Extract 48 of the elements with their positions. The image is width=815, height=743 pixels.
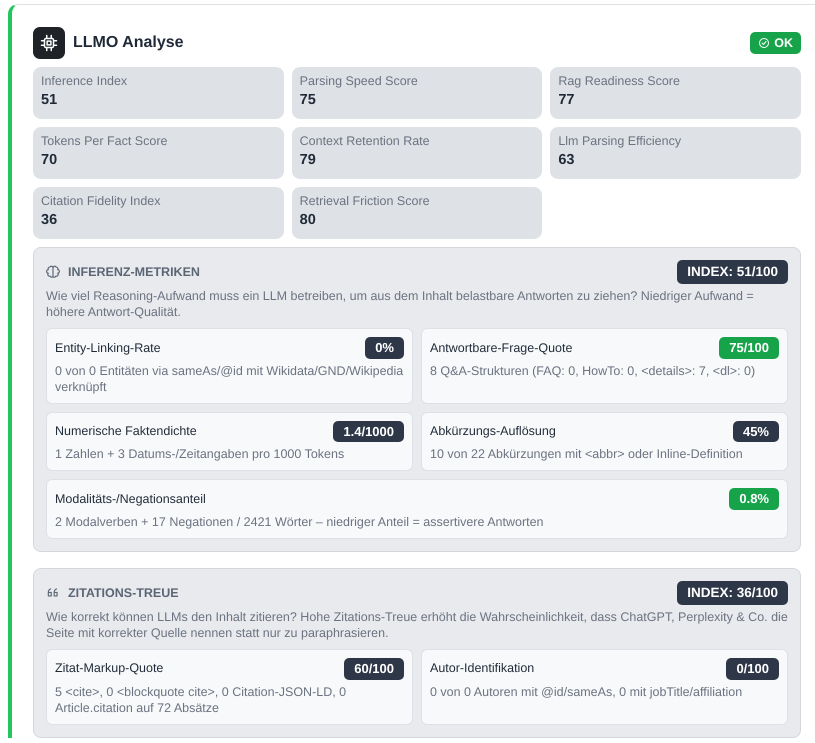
stat-label: Llm Parsing Efficiency <box>558 133 682 150</box>
metric-name: Abkürzungs-Auflösung <box>430 423 556 440</box>
metric-name: Zitat-Markup-Quote <box>55 660 164 678</box>
metric-detail: 1 Zahlen + 3 Datums-/Zeitangaben pro 1000 Tokens <box>55 446 346 462</box>
stat-label: Parsing Speed Score <box>300 73 419 90</box>
panel-title: LLMO Analyse <box>73 33 184 53</box>
index-badge: INDEX: 36/100 <box>677 580 788 605</box>
metric-detail: 0 von 0 Autoren mit @id/sameAs, 0 mit jobTitle/affiliation <box>430 684 744 700</box>
stat-label: Rag Readiness Score <box>558 73 681 90</box>
metric-value: 0% <box>365 337 404 359</box>
stat-label: Citation Fidelity Index <box>41 193 162 210</box>
metric-value: 1.4/1000 <box>333 420 404 442</box>
section-description: Wie viel Reasoning-Aufwand muss ein LLM betreiben, um aus dem Inhalt belastbare Antworten zu ziehen? Niedriger Aufwand = höhere Antwort-Qualität. <box>46 288 755 320</box>
brain-icon <box>46 265 60 280</box>
stat-value: 36 <box>41 211 58 230</box>
stat-value: 75 <box>300 91 317 110</box>
stat-label: Tokens Per Fact Score <box>41 133 168 150</box>
stat-label: Inference Index <box>41 73 128 90</box>
stat-value: 51 <box>41 91 58 110</box>
metric-name: Autor-Identifikation <box>430 660 534 678</box>
check-circle-icon <box>758 37 770 49</box>
metric-value: 75/100 <box>719 337 779 359</box>
metric-name: Numerische Faktendichte <box>55 423 197 440</box>
status-badge: OK <box>750 32 801 54</box>
metric-detail: 2 Modalverben + 17 Negationen / 2421 Wörter – niedriger Anteil = assertivere Antworten <box>55 514 544 530</box>
section-description: Wie korrekt können LLMs den Inhalt zitieren? Hohe Zitations-Treue erhöht die Wahrscheinlichkeit, dass ChatGPT, Perplexity & Co. die Seite mit korrekter Quelle nennen statt nur zu paraphrasieren. <box>46 609 788 641</box>
metric-value: 0.8% <box>729 488 779 510</box>
index-badge: INDEX: 51/100 <box>677 260 788 284</box>
section-title: ZITATIONS-TREUE <box>68 584 179 602</box>
stat-label: Retrieval Friction Score <box>300 193 431 210</box>
stat-label: Context Retention Rate <box>300 133 431 150</box>
metric-name: Modalitäts-/Negationsanteil <box>55 490 206 508</box>
metric-detail: 8 Q&A-Strukturen (FAQ: 0, HowTo: 0, <details>: 7, <dl>: 0) <box>430 362 756 379</box>
metric-detail: 0 von 0 Entitäten via sameAs/@id mit Wikidata/GND/Wikipedia verknüpft <box>55 362 404 395</box>
stat-value: 80 <box>300 211 317 230</box>
metric-value: 45% <box>732 420 779 442</box>
metric-detail: 10 von 22 Abkürzungen mit <abbr> oder Inline-Definition <box>430 446 744 462</box>
metric-name: Entity-Linking-Rate <box>55 340 161 357</box>
section-title: INFERENZ-METRIKEN <box>68 264 200 281</box>
metric-name: Antwortbare-Frage-Quote <box>430 340 572 357</box>
metric-value: 60/100 <box>344 658 404 680</box>
stat-value: 63 <box>558 151 576 170</box>
stat-value: 79 <box>300 151 317 170</box>
metric-value: 0/100 <box>726 658 779 680</box>
stat-value: 70 <box>41 151 58 170</box>
metric-detail: 5 <cite>, 0 <blockquote cite>, 0 Citation-JSON-LD, 0 Article.citation auf 72 Absätze <box>55 684 348 716</box>
chip-icon <box>33 27 65 59</box>
stat-value: 77 <box>558 91 576 110</box>
